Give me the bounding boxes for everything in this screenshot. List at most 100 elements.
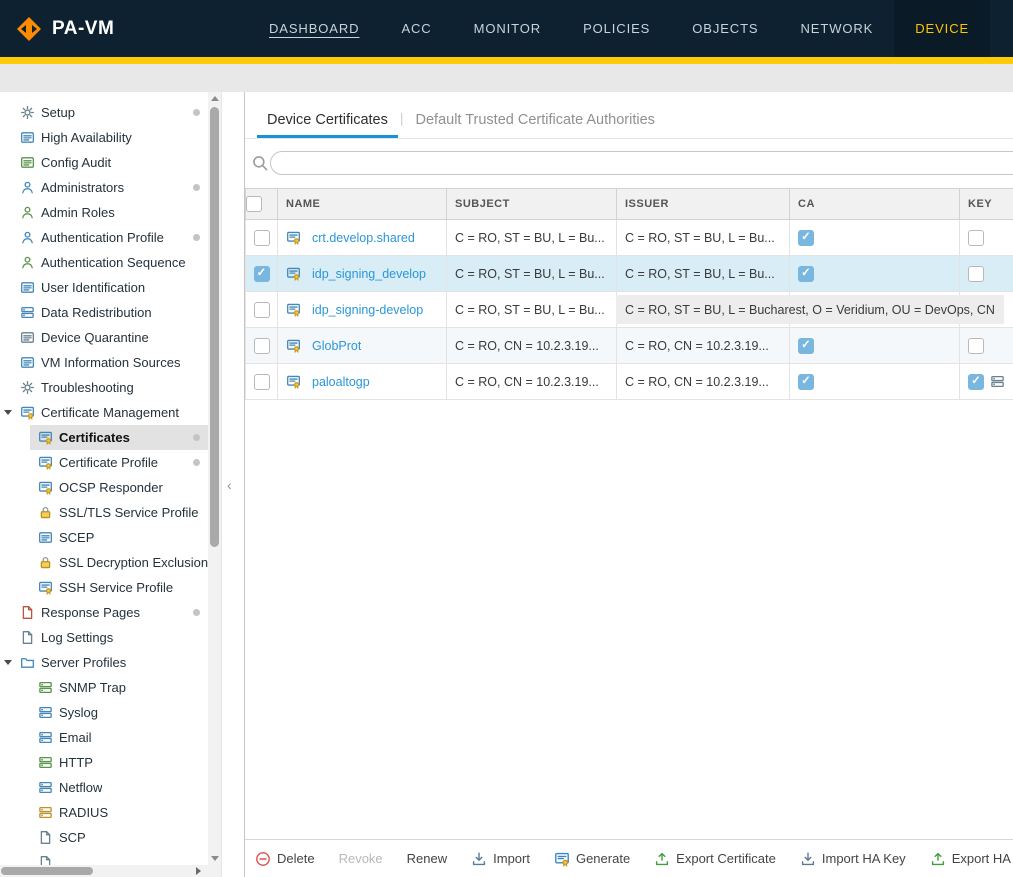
sidebar-item-setup[interactable]: Setup xyxy=(0,100,208,125)
scrollbar-thumb[interactable] xyxy=(1,867,93,875)
certificate-name-link[interactable]: crt.develop.shared xyxy=(312,231,415,245)
export-certificate-button[interactable]: Export Certificate xyxy=(654,851,776,867)
scroll-up-arrow-icon[interactable] xyxy=(208,92,221,105)
sidebar-item-ssh-service-profile[interactable]: SSH Service Profile xyxy=(0,575,208,600)
certificate-name-link[interactable]: GlobProt xyxy=(312,339,361,353)
nav-item-acc[interactable]: ACC xyxy=(380,0,452,57)
sidebar-item-scp[interactable]: SCP xyxy=(0,825,208,850)
import-button[interactable]: Import xyxy=(471,851,530,867)
sidebar-item-certificate-profile[interactable]: Certificate Profile xyxy=(0,450,208,475)
sidebar-item-device-quarantine[interactable]: Device Quarantine xyxy=(0,325,208,350)
sidebar-item-http[interactable]: HTTP xyxy=(0,750,208,775)
key-checkbox[interactable] xyxy=(968,230,984,246)
ca-checkbox[interactable] xyxy=(798,338,814,354)
sidebar-item-authentication-sequence[interactable]: Authentication Sequence xyxy=(0,250,208,275)
row-checkbox[interactable] xyxy=(254,266,270,282)
sidebar-item-user-identification[interactable]: User Identification xyxy=(0,275,208,300)
sidebar-item-certificate-management[interactable]: Certificate Management xyxy=(0,400,208,425)
row-checkbox[interactable] xyxy=(254,338,270,354)
sidebar-item-syslog[interactable]: Syslog xyxy=(0,700,208,725)
sidebar-item-clipped[interactable] xyxy=(0,850,208,865)
nav-item-policies[interactable]: POLICIES xyxy=(562,0,671,57)
column-header-ca[interactable]: CA xyxy=(790,189,960,220)
column-header-issuer[interactable]: ISSUER xyxy=(617,189,790,220)
certificate-name-link[interactable]: idp_signing-develop xyxy=(312,303,423,317)
sidebar-item-netflow[interactable]: Netflow xyxy=(0,775,208,800)
sidebar-item-config-audit[interactable]: Config Audit xyxy=(0,150,208,175)
ca-checkbox[interactable] xyxy=(798,230,814,246)
sidebar-item-ocsp-responder[interactable]: OCSP Responder xyxy=(0,475,208,500)
table-row[interactable]: crt.develop.shared C = RO, ST = BU, L = … xyxy=(246,220,1013,256)
table-row[interactable]: idp_signing-develop C = RO, ST = BU, L =… xyxy=(246,292,1013,328)
sidebar-item-email[interactable]: Email xyxy=(0,725,208,750)
sidebar-item-vm-information-sources[interactable]: VM Information Sources xyxy=(0,350,208,375)
sidebar-item-server-profiles[interactable]: Server Profiles xyxy=(0,650,208,675)
sidebar-item-certificates[interactable]: Certificates xyxy=(0,425,208,450)
tab-separator: | xyxy=(398,101,406,138)
panel-splitter[interactable]: ‹ xyxy=(221,92,245,877)
sidebar-vertical-scrollbar[interactable] xyxy=(208,92,221,865)
generate-button[interactable]: Generate xyxy=(554,851,630,867)
card-icon xyxy=(20,330,35,345)
sidebar-horizontal-scrollbar[interactable] xyxy=(0,865,221,877)
nav-item-objects[interactable]: OBJECTS xyxy=(671,0,779,57)
scroll-right-arrow-icon[interactable] xyxy=(191,865,205,877)
gear-icon xyxy=(20,105,35,120)
column-header-key[interactable]: KEY xyxy=(960,189,1013,220)
table-row-selected[interactable]: idp_signing_develop C = RO, ST = BU, L =… xyxy=(246,256,1013,292)
ca-checkbox[interactable] xyxy=(798,266,814,282)
row-checkbox[interactable] xyxy=(254,374,270,390)
sidebar-item-log-settings[interactable]: Log Settings xyxy=(0,625,208,650)
sidebar-item-snmp-trap[interactable]: SNMP Trap xyxy=(0,675,208,700)
certificate-name-link[interactable]: idp_signing_develop xyxy=(312,267,426,281)
ca-checkbox[interactable] xyxy=(798,374,814,390)
sidebar-tree: Setup High Availability Config Audit Adm… xyxy=(0,92,208,865)
sidebar-item-authentication-profile[interactable]: Authentication Profile xyxy=(0,225,208,250)
sidebar-item-response-pages[interactable]: Response Pages xyxy=(0,600,208,625)
sidebar-item-administrators[interactable]: Administrators xyxy=(0,175,208,200)
sidebar-item-ssl-decryption-exclusion[interactable]: SSL Decryption Exclusion xyxy=(0,550,208,575)
sidebar-item-admin-roles[interactable]: Admin Roles xyxy=(0,200,208,225)
row-checkbox[interactable] xyxy=(254,302,270,318)
certificate-name-link[interactable]: paloaltogp xyxy=(312,375,370,389)
subject-cell: C = RO, CN = 10.2.3.19... xyxy=(447,364,617,400)
sidebar: Setup High Availability Config Audit Adm… xyxy=(0,92,244,877)
import-ha-key-button[interactable]: Import HA Key xyxy=(800,851,906,867)
nav-item-device[interactable]: DEVICE xyxy=(894,0,990,57)
import-icon xyxy=(800,851,816,867)
tab-default-trusted-cas[interactable]: Default Trusted Certificate Authorities xyxy=(406,103,665,138)
sidebar-item-data-redistribution[interactable]: Data Redistribution xyxy=(0,300,208,325)
card-icon xyxy=(20,130,35,145)
select-all-checkbox[interactable] xyxy=(246,196,262,212)
caret-expanded-icon[interactable] xyxy=(4,410,12,415)
sidebar-item-radius[interactable]: RADIUS xyxy=(0,800,208,825)
search-input[interactable] xyxy=(270,151,1013,175)
key-checkbox[interactable] xyxy=(968,266,984,282)
scrollbar-thumb[interactable] xyxy=(210,107,219,547)
scroll-down-arrow-icon[interactable] xyxy=(208,852,221,865)
collapse-chevron-icon[interactable]: ‹ xyxy=(227,478,232,492)
tab-device-certificates[interactable]: Device Certificates xyxy=(257,103,398,138)
revoke-button[interactable]: Revoke xyxy=(339,851,383,866)
table-row[interactable]: paloaltogp C = RO, CN = 10.2.3.19... C =… xyxy=(246,364,1013,400)
renew-button[interactable]: Renew xyxy=(407,851,447,866)
sidebar-item-scep[interactable]: SCEP xyxy=(0,525,208,550)
issuer-cell: C = RO, CN = 10.2.3.19... xyxy=(617,328,790,364)
key-checkbox[interactable] xyxy=(968,374,984,390)
export-ha-key-button[interactable]: Export HA Key xyxy=(930,851,1013,867)
sidebar-item-troubleshooting[interactable]: Troubleshooting xyxy=(0,375,208,400)
nav-item-monitor[interactable]: MONITOR xyxy=(453,0,562,57)
logo-text: PA-VM xyxy=(52,18,114,40)
sidebar-item-ssl-tls-service-profile[interactable]: SSL/TLS Service Profile xyxy=(0,500,208,525)
column-header-subject[interactable]: SUBJECT xyxy=(447,189,617,220)
row-checkbox[interactable] xyxy=(254,230,270,246)
table-row[interactable]: GlobProt C = RO, CN = 10.2.3.19... C = R… xyxy=(246,328,1013,364)
sidebar-item-high-availability[interactable]: High Availability xyxy=(0,125,208,150)
column-header-name[interactable]: NAME xyxy=(278,189,447,220)
brand-diamond-icon xyxy=(16,16,42,42)
key-checkbox[interactable] xyxy=(968,338,984,354)
nav-item-network[interactable]: NETWORK xyxy=(780,0,895,57)
delete-button[interactable]: Delete xyxy=(255,851,315,867)
nav-item-dashboard[interactable]: DASHBOARD xyxy=(248,0,380,57)
caret-expanded-icon[interactable] xyxy=(4,660,12,665)
